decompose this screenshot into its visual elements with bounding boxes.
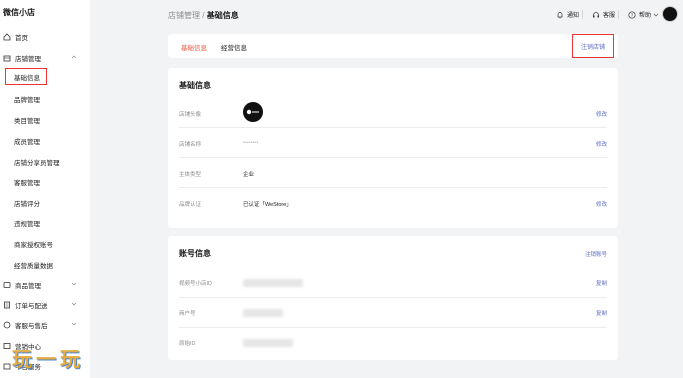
nav-home[interactable]: 首页 xyxy=(0,30,90,44)
user-avatar[interactable] xyxy=(662,6,678,22)
row-label: 视频号小店ID xyxy=(179,281,213,287)
edit-brand-link[interactable]: 修改 xyxy=(596,200,607,208)
chevron-down-icon xyxy=(71,302,77,306)
service-label: 客服 xyxy=(603,13,616,19)
order-icon xyxy=(3,301,11,309)
service-icon xyxy=(3,321,11,329)
edit-avatar-link[interactable]: 修改 xyxy=(596,110,607,118)
redacted-value xyxy=(243,279,303,287)
nav-goods[interactable]: 商品管理 xyxy=(0,278,90,292)
breadcrumb: 店铺管理 / 基础信息 xyxy=(168,10,239,21)
page-title: 基础信息 xyxy=(206,11,239,20)
row-label: 主体类型 xyxy=(179,172,202,178)
nav-service-label: 客服与售后 xyxy=(15,323,48,330)
redacted-value xyxy=(243,339,293,347)
headset-icon xyxy=(593,11,599,17)
svg-text:?: ? xyxy=(631,12,634,17)
westore-logo-icon xyxy=(246,109,259,115)
cancel-store-button[interactable]: 注销店铺 xyxy=(572,34,614,58)
nav-store-management[interactable]: 店铺管理 xyxy=(0,51,90,65)
tab-business-info[interactable]: 经营信息 xyxy=(221,42,247,52)
sidebar-item-sharers[interactable]: 店铺分享员管理 xyxy=(14,157,60,167)
nav-orders[interactable]: 订单与配送 xyxy=(0,298,90,312)
sidebar-item-violations[interactable]: 违规管理 xyxy=(14,218,40,228)
row-merchant-id: 商户号 复制 xyxy=(179,298,607,328)
row-label: 原始ID xyxy=(179,341,196,347)
row-store-avatar: 店铺头像 修改 xyxy=(179,98,607,128)
row-brand-cert: 品牌认证 已认证「WeStore」 修改 xyxy=(179,188,607,218)
chevron-down-icon xyxy=(71,322,77,326)
divider xyxy=(582,10,583,19)
help-button[interactable]: ? 帮助 xyxy=(628,7,662,22)
row-label: 店铺名称 xyxy=(179,142,202,148)
entity-type-value: 企业 xyxy=(243,172,255,178)
divider xyxy=(618,10,619,19)
breadcrumb-parent[interactable]: 店铺管理 xyxy=(168,11,200,20)
sidebar-item-quality-data[interactable]: 经营质量数据 xyxy=(14,260,53,270)
store-icon xyxy=(3,54,11,62)
edit-name-link[interactable]: 修改 xyxy=(596,140,607,148)
sidebar-item-store-score[interactable]: 店铺评分 xyxy=(14,198,40,208)
row-entity-type: 主体类型 企业 xyxy=(179,158,607,188)
basic-info-card: 基础信息 店铺头像 修改 店铺名称 •••••••• 修改 主体类型 企业 品牌… xyxy=(168,68,618,228)
copy-store-id-link[interactable]: 复制 xyxy=(596,279,607,287)
topbar: 店铺管理 / 基础信息 通知 客服 ? 帮助 xyxy=(90,0,683,30)
account-info-title: 账号信息 xyxy=(179,249,211,258)
sidebar-item-authorized-accounts[interactable]: 商家授权账号 xyxy=(14,239,53,249)
home-icon xyxy=(3,33,11,41)
sidebar-item-customer-service[interactable]: 客服管理 xyxy=(14,177,40,187)
help-label: 帮助 xyxy=(639,13,652,19)
platform-icon xyxy=(3,362,11,370)
account-info-card: 账号信息 注销账号 视频号小店ID 复制 商户号 复制 原始ID xyxy=(168,236,618,360)
nav-store-management-label: 店铺管理 xyxy=(15,56,41,63)
sidebar-item-members[interactable]: 成员管理 xyxy=(14,136,40,146)
copy-merchant-id-link[interactable]: 复制 xyxy=(596,309,607,317)
basic-info-title: 基础信息 xyxy=(179,81,211,90)
marketing-icon xyxy=(3,342,11,350)
tabs-card: 基础信息 经营信息 注销店铺 xyxy=(168,34,618,58)
store-name-value: •••••••• xyxy=(243,140,259,146)
help-icon: ? xyxy=(628,10,636,19)
cancel-account-link[interactable]: 注销账号 xyxy=(585,250,607,258)
nav-orders-label: 订单与配送 xyxy=(15,303,48,310)
sidebar-item-basic-info[interactable]: 基础信息 xyxy=(5,68,47,85)
chevron-down-icon xyxy=(71,282,77,286)
row-label: 店铺头像 xyxy=(179,112,202,118)
chevron-down-icon xyxy=(653,13,659,16)
brand-title: 微信小店 xyxy=(3,8,35,17)
row-label: 商户号 xyxy=(179,311,196,317)
brand-cert-value: 已认证「WeStore」 xyxy=(243,202,292,208)
notify-button[interactable]: 通知 xyxy=(556,7,579,22)
chevron-up-icon xyxy=(71,55,77,59)
nav-home-label: 首页 xyxy=(15,35,28,42)
sidebar: 微信小店 首页 店铺管理 基础信息 品牌管理 类目管理 成员管理 店铺分享员管理… xyxy=(0,0,90,378)
notify-label: 通知 xyxy=(567,13,580,19)
nav-goods-label: 商品管理 xyxy=(15,283,41,290)
breadcrumb-separator: / xyxy=(202,11,205,20)
service-button[interactable]: 客服 xyxy=(592,7,615,22)
sidebar-item-category[interactable]: 类目管理 xyxy=(14,115,40,125)
row-label: 品牌认证 xyxy=(179,202,202,208)
sidebar-item-brand[interactable]: 品牌管理 xyxy=(14,94,40,104)
redacted-value xyxy=(243,309,283,317)
goods-icon xyxy=(3,281,11,289)
watermark-logo: 玩一玩 xyxy=(12,349,84,371)
row-original-id: 原始ID xyxy=(179,328,607,358)
store-avatar xyxy=(243,102,263,122)
row-channel-store-id: 视频号小店ID 复制 xyxy=(179,268,607,298)
nav-service[interactable]: 客服与售后 xyxy=(0,318,90,332)
tab-basic-info[interactable]: 基础信息 xyxy=(181,42,207,52)
bell-icon xyxy=(557,11,563,18)
row-store-name: 店铺名称 •••••••• 修改 xyxy=(179,128,607,158)
